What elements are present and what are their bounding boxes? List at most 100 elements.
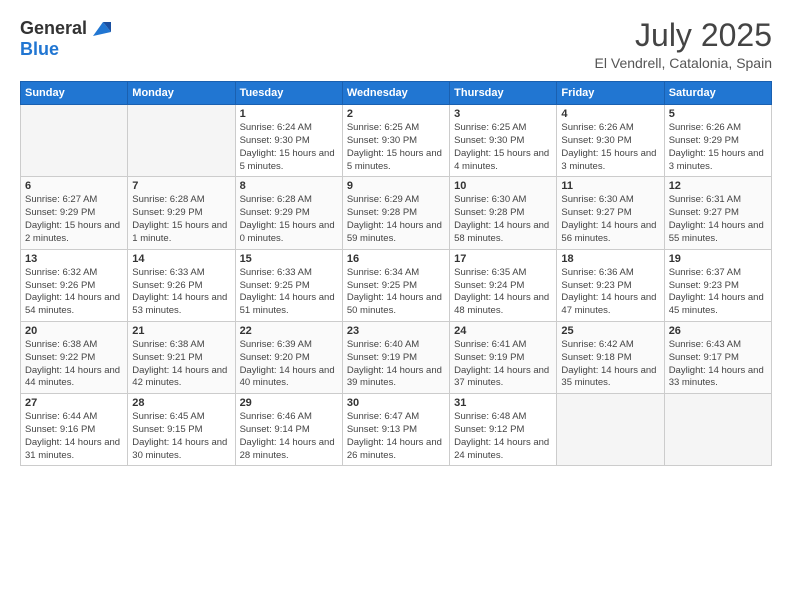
logo-general-text: General <box>20 19 87 39</box>
calendar-cell: 14 Sunrise: 6:33 AM Sunset: 9:26 PM Dayli… <box>128 249 235 321</box>
day-info: Sunrise: 6:28 AM Sunset: 9:29 PM Dayligh… <box>132 194 230 245</box>
day-number: 8 <box>240 180 338 192</box>
day-number: 1 <box>240 108 338 120</box>
day-number: 5 <box>669 108 767 120</box>
day-number: 19 <box>669 253 767 265</box>
calendar-cell: 17 Sunrise: 6:35 AM Sunset: 9:24 PM Dayli… <box>450 249 557 321</box>
day-info: Sunrise: 6:27 AM Sunset: 9:29 PM Dayligh… <box>25 194 123 245</box>
day-number: 7 <box>132 180 230 192</box>
day-number: 25 <box>561 325 659 337</box>
calendar-cell: 10Sunrise: 6:30 AM Sunset: 9:28 PM Dayli… <box>450 177 557 249</box>
day-number: 31 <box>454 397 552 409</box>
calendar-cell <box>128 105 235 177</box>
day-number: 3 <box>454 108 552 120</box>
weekday-header: Wednesday <box>342 82 449 105</box>
day-number: 26 <box>669 325 767 337</box>
day-number: 18 <box>561 253 659 265</box>
calendar-cell: 16 Sunrise: 6:34 AM Sunset: 9:25 PM Dayli… <box>342 249 449 321</box>
calendar-cell: 28Sunrise: 6:45 AM Sunset: 9:15 PM Dayli… <box>128 394 235 466</box>
day-number: 16 <box>347 253 445 265</box>
day-number: 4 <box>561 108 659 120</box>
day-info: Sunrise: 6:30 AM Sunset: 9:27 PM Dayligh… <box>561 194 659 245</box>
day-number: 14 <box>132 253 230 265</box>
day-info: Sunrise: 6:33 AM Sunset: 9:26 PM Dayligh… <box>132 267 230 318</box>
day-info: Sunrise: 6:31 AM Sunset: 9:27 PM Dayligh… <box>669 194 767 245</box>
page: General Blue July 2025 El Vendrell, Cata… <box>0 0 792 612</box>
day-number: 23 <box>347 325 445 337</box>
calendar-cell: 22Sunrise: 6:39 AM Sunset: 9:20 PM Dayli… <box>235 321 342 393</box>
day-number: 20 <box>25 325 123 337</box>
day-info: Sunrise: 6:29 AM Sunset: 9:28 PM Dayligh… <box>347 194 445 245</box>
day-info: Sunrise: 6:26 AM Sunset: 9:30 PM Dayligh… <box>561 122 659 173</box>
day-info: Sunrise: 6:35 AM Sunset: 9:24 PM Dayligh… <box>454 267 552 318</box>
calendar-cell: 7 Sunrise: 6:28 AM Sunset: 9:29 PM Daylig… <box>128 177 235 249</box>
calendar-week-row: 1 Sunrise: 6:24 AM Sunset: 9:30 PM Daylig… <box>21 105 772 177</box>
day-info: Sunrise: 6:34 AM Sunset: 9:25 PM Dayligh… <box>347 267 445 318</box>
day-number: 30 <box>347 397 445 409</box>
calendar-cell: 15 Sunrise: 6:33 AM Sunset: 9:25 PM Dayli… <box>235 249 342 321</box>
title-area: July 2025 El Vendrell, Catalonia, Spain <box>595 18 772 71</box>
day-info: Sunrise: 6:36 AM Sunset: 9:23 PM Dayligh… <box>561 267 659 318</box>
calendar-cell: 23 Sunrise: 6:40 AM Sunset: 9:19 PM Dayli… <box>342 321 449 393</box>
day-number: 15 <box>240 253 338 265</box>
day-number: 11 <box>561 180 659 192</box>
calendar-cell <box>21 105 128 177</box>
calendar-cell: 1 Sunrise: 6:24 AM Sunset: 9:30 PM Daylig… <box>235 105 342 177</box>
calendar-cell: 13 Sunrise: 6:32 AM Sunset: 9:26 PM Dayli… <box>21 249 128 321</box>
day-number: 13 <box>25 253 123 265</box>
weekday-header: Thursday <box>450 82 557 105</box>
day-info: Sunrise: 6:44 AM Sunset: 9:16 PM Dayligh… <box>25 411 123 462</box>
weekday-header: Tuesday <box>235 82 342 105</box>
day-info: Sunrise: 6:37 AM Sunset: 9:23 PM Dayligh… <box>669 267 767 318</box>
calendar-cell: 3 Sunrise: 6:25 AM Sunset: 9:30 PM Daylig… <box>450 105 557 177</box>
day-info: Sunrise: 6:32 AM Sunset: 9:26 PM Dayligh… <box>25 267 123 318</box>
day-info: Sunrise: 6:24 AM Sunset: 9:30 PM Dayligh… <box>240 122 338 173</box>
day-info: Sunrise: 6:38 AM Sunset: 9:22 PM Dayligh… <box>25 339 123 390</box>
header: General Blue July 2025 El Vendrell, Cata… <box>20 18 772 71</box>
calendar-cell: 26Sunrise: 6:43 AM Sunset: 9:17 PM Dayli… <box>664 321 771 393</box>
day-number: 6 <box>25 180 123 192</box>
calendar-cell: 27 Sunrise: 6:44 AM Sunset: 9:16 PM Dayli… <box>21 394 128 466</box>
day-info: Sunrise: 6:30 AM Sunset: 9:28 PM Dayligh… <box>454 194 552 245</box>
weekday-header: Friday <box>557 82 664 105</box>
weekday-header: Saturday <box>664 82 771 105</box>
logo-blue-text: Blue <box>20 39 59 59</box>
calendar-cell: 12 Sunrise: 6:31 AM Sunset: 9:27 PM Dayli… <box>664 177 771 249</box>
day-info: Sunrise: 6:38 AM Sunset: 9:21 PM Dayligh… <box>132 339 230 390</box>
day-number: 29 <box>240 397 338 409</box>
day-info: Sunrise: 6:47 AM Sunset: 9:13 PM Dayligh… <box>347 411 445 462</box>
location: El Vendrell, Catalonia, Spain <box>595 55 772 71</box>
day-info: Sunrise: 6:25 AM Sunset: 9:30 PM Dayligh… <box>347 122 445 173</box>
calendar-cell: 20 Sunrise: 6:38 AM Sunset: 9:22 PM Dayli… <box>21 321 128 393</box>
calendar-cell: 8Sunrise: 6:28 AM Sunset: 9:29 PM Daylig… <box>235 177 342 249</box>
calendar-cell: 6 Sunrise: 6:27 AM Sunset: 9:29 PM Daylig… <box>21 177 128 249</box>
day-info: Sunrise: 6:26 AM Sunset: 9:29 PM Dayligh… <box>669 122 767 173</box>
month-year: July 2025 <box>595 18 772 53</box>
day-info: Sunrise: 6:42 AM Sunset: 9:18 PM Dayligh… <box>561 339 659 390</box>
calendar-cell: 19 Sunrise: 6:37 AM Sunset: 9:23 PM Dayli… <box>664 249 771 321</box>
weekday-header: Monday <box>128 82 235 105</box>
day-info: Sunrise: 6:39 AM Sunset: 9:20 PM Dayligh… <box>240 339 338 390</box>
calendar-cell: 4 Sunrise: 6:26 AM Sunset: 9:30 PM Daylig… <box>557 105 664 177</box>
calendar-header-row: SundayMondayTuesdayWednesdayThursdayFrid… <box>21 82 772 105</box>
calendar-cell: 21 Sunrise: 6:38 AM Sunset: 9:21 PM Dayli… <box>128 321 235 393</box>
day-number: 12 <box>669 180 767 192</box>
day-info: Sunrise: 6:41 AM Sunset: 9:19 PM Dayligh… <box>454 339 552 390</box>
day-info: Sunrise: 6:48 AM Sunset: 9:12 PM Dayligh… <box>454 411 552 462</box>
day-number: 28 <box>132 397 230 409</box>
weekday-header: Sunday <box>21 82 128 105</box>
calendar-cell: 24Sunrise: 6:41 AM Sunset: 9:19 PM Dayli… <box>450 321 557 393</box>
calendar-cell <box>557 394 664 466</box>
day-number: 17 <box>454 253 552 265</box>
day-number: 27 <box>25 397 123 409</box>
calendar-table: SundayMondayTuesdayWednesdayThursdayFrid… <box>20 81 772 466</box>
day-number: 9 <box>347 180 445 192</box>
day-info: Sunrise: 6:25 AM Sunset: 9:30 PM Dayligh… <box>454 122 552 173</box>
calendar-cell: 29Sunrise: 6:46 AM Sunset: 9:14 PM Dayli… <box>235 394 342 466</box>
day-info: Sunrise: 6:40 AM Sunset: 9:19 PM Dayligh… <box>347 339 445 390</box>
day-info: Sunrise: 6:33 AM Sunset: 9:25 PM Dayligh… <box>240 267 338 318</box>
calendar-week-row: 6 Sunrise: 6:27 AM Sunset: 9:29 PM Daylig… <box>21 177 772 249</box>
calendar-cell: 5 Sunrise: 6:26 AM Sunset: 9:29 PM Daylig… <box>664 105 771 177</box>
calendar-cell: 31 Sunrise: 6:48 AM Sunset: 9:12 PM Dayli… <box>450 394 557 466</box>
day-number: 21 <box>132 325 230 337</box>
